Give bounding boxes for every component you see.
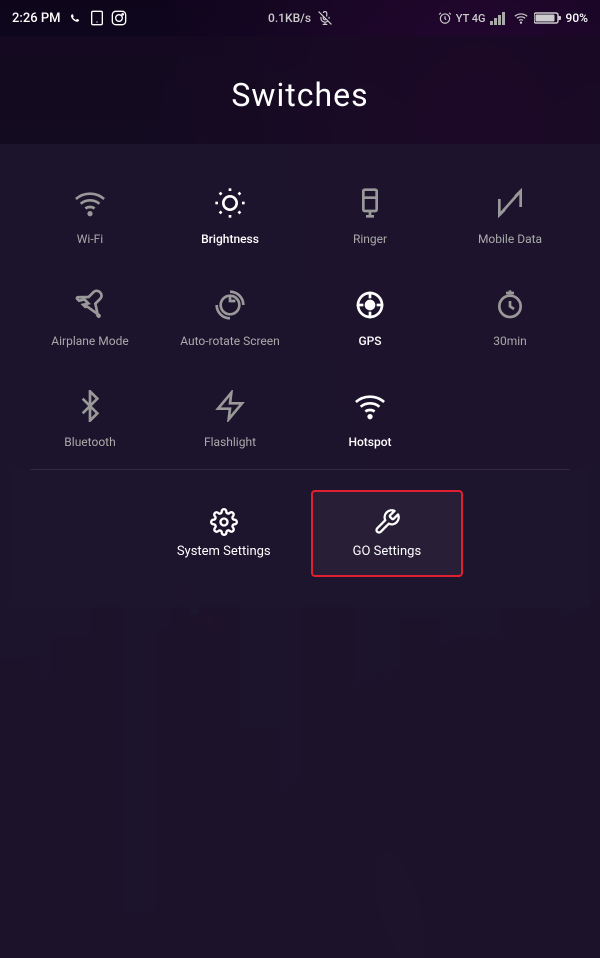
hotspot-icon	[349, 385, 391, 427]
switch-hotspot[interactable]: Hotspot	[300, 367, 440, 469]
network-type: YT 4G	[456, 12, 486, 25]
go-settings-icon	[373, 508, 401, 536]
system-settings-label: System Settings	[177, 544, 271, 559]
mute-icon	[318, 11, 332, 25]
switches-row-2: Airplane Mode Auto-rotate Screen	[10, 266, 590, 368]
switches-panel: Wi-Fi Brightness	[0, 144, 600, 958]
switches-row-3: Bluetooth Flashlight	[10, 367, 590, 469]
go-settings-button[interactable]: GO Settings	[311, 490, 464, 577]
status-right: YT 4G 90%	[438, 11, 588, 25]
status-center: 0.1KB/s	[268, 11, 332, 26]
airplane-label: Airplane Mode	[51, 334, 128, 350]
alarm-icon	[438, 11, 452, 25]
switch-auto-rotate[interactable]: Auto-rotate Screen	[160, 266, 300, 368]
auto-rotate-label: Auto-rotate Screen	[180, 334, 280, 350]
battery-percent: 90%	[566, 11, 588, 25]
brightness-icon	[209, 182, 251, 224]
wifi-icon	[69, 182, 111, 224]
switch-empty	[440, 367, 580, 469]
signal-icon	[490, 11, 508, 25]
switch-flashlight[interactable]: Flashlight	[160, 367, 300, 469]
switch-mobile-data[interactable]: Mobile Data	[440, 164, 580, 266]
mobile-data-label: Mobile Data	[478, 232, 542, 248]
brightness-label: Brightness	[201, 232, 259, 248]
switch-ringer[interactable]: Ringer	[300, 164, 440, 266]
wifi-status-icon	[512, 11, 530, 25]
switch-gps[interactable]: GPS	[300, 266, 440, 368]
go-settings-label: GO Settings	[353, 544, 422, 559]
auto-rotate-icon	[209, 284, 251, 326]
status-bar: 2:26 PM 0.1KB/s	[0, 0, 600, 36]
switches-row-1: Wi-Fi Brightness	[10, 164, 590, 266]
time-display: 2:26 PM	[12, 11, 61, 26]
switches-title-area: Switches	[0, 36, 600, 144]
flashlight-icon	[209, 385, 251, 427]
gps-icon	[349, 284, 391, 326]
switch-airplane-mode[interactable]: Airplane Mode	[20, 266, 160, 368]
airplane-icon	[69, 284, 111, 326]
flashlight-label: Flashlight	[204, 435, 256, 451]
switch-brightness[interactable]: Brightness	[160, 164, 300, 266]
timer-icon	[489, 284, 531, 326]
gps-label: GPS	[358, 334, 381, 350]
system-settings-button[interactable]: System Settings	[137, 492, 311, 575]
switch-bluetooth[interactable]: Bluetooth	[20, 367, 160, 469]
switches-title: Switches	[20, 76, 580, 114]
wifi-label: Wi-Fi	[77, 232, 103, 248]
switch-30min[interactable]: 30min	[440, 266, 580, 368]
instagram-icon	[111, 10, 127, 26]
ringer-icon	[349, 182, 391, 224]
data-speed: 0.1KB/s	[268, 11, 311, 25]
mobile-data-icon	[489, 182, 531, 224]
30min-label: 30min	[493, 334, 527, 350]
bluetooth-icon	[69, 385, 111, 427]
bluetooth-label: Bluetooth	[64, 435, 115, 451]
bottom-buttons: System Settings GO Settings	[10, 470, 590, 607]
status-left: 2:26 PM	[12, 10, 127, 26]
switch-wifi[interactable]: Wi-Fi	[20, 164, 160, 266]
hotspot-label: Hotspot	[348, 435, 391, 451]
ringer-label: Ringer	[353, 232, 387, 248]
phone-icon	[89, 10, 105, 26]
system-settings-icon	[210, 508, 238, 536]
switches-overlay: Switches Wi-Fi	[0, 36, 600, 958]
battery-icon	[534, 11, 562, 25]
whatsapp-icon	[67, 10, 83, 26]
